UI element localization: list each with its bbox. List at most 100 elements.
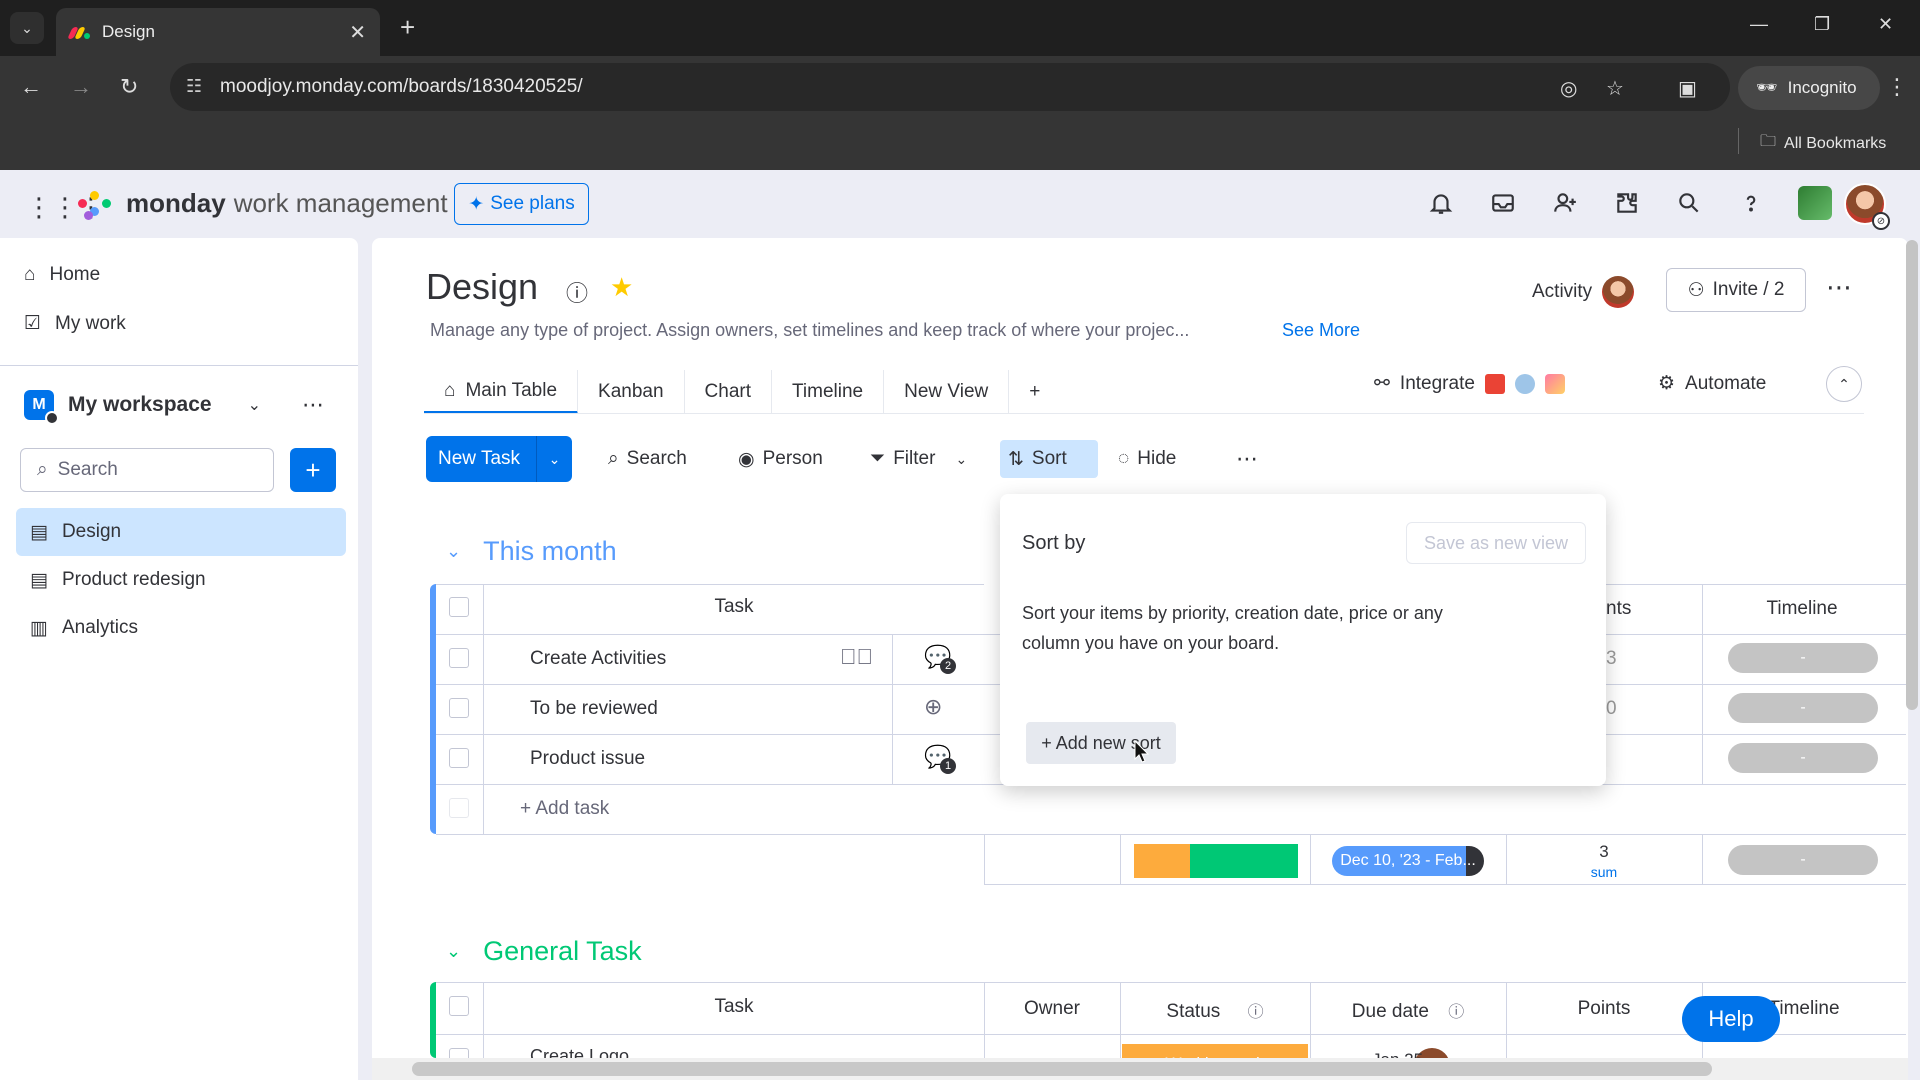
column-header-task[interactable]: Task — [484, 996, 984, 1018]
help-question-icon[interactable] — [1738, 190, 1764, 223]
favorite-star-icon[interactable]: ★ — [610, 272, 633, 303]
add-task-input[interactable]: + Add task — [520, 798, 609, 820]
reload-icon[interactable]: ↻ — [120, 74, 138, 100]
tab-kanban[interactable]: Kanban — [578, 370, 685, 414]
horizontal-scroll-thumb[interactable] — [412, 1062, 1712, 1076]
close-tab-icon[interactable]: ✕ — [349, 20, 366, 45]
sidebar-item-analytics[interactable]: ▥ Analytics — [16, 604, 346, 652]
info-icon[interactable]: ⓘ — [566, 276, 588, 308]
workspace-avatar[interactable] — [1798, 186, 1832, 220]
add-new-sort-button[interactable]: + Add new sort — [1026, 722, 1176, 764]
site-settings-icon[interactable]: ☷ — [186, 76, 202, 97]
address-bar[interactable]: ☷ moodjoy.monday.com/boards/1830420525/ — [170, 63, 1730, 111]
all-bookmarks[interactable]: 🗀 All Bookmarks — [1760, 130, 1886, 157]
workspace-more-icon[interactable]: ⋯ — [302, 392, 324, 418]
sidebar-item-my-work[interactable]: ☑ My work — [24, 312, 126, 335]
task-name[interactable]: Create Activities — [530, 648, 666, 670]
row-checkbox[interactable] — [449, 1048, 469, 1058]
person-filter-button[interactable]: ◉ Person — [730, 440, 831, 478]
minimize-icon[interactable]: — — [1750, 14, 1768, 35]
apps-puzzle-icon[interactable] — [1614, 190, 1640, 223]
automate-button[interactable]: ⚙ Automate — [1658, 372, 1766, 395]
back-icon[interactable]: ← — [20, 74, 42, 100]
chevron-down-icon[interactable]: ⌄ — [446, 941, 461, 962]
select-all-checkbox[interactable] — [449, 996, 469, 1016]
sidebar-item-product-redesign[interactable]: ▤ Product redesign — [16, 556, 346, 604]
invite-button[interactable]: ⚇ Invite / 2 — [1666, 268, 1806, 312]
tab-timeline[interactable]: Timeline — [772, 370, 885, 414]
workspace-selector[interactable]: M My workspace ⌄ — [24, 390, 261, 425]
bookmark-star-icon[interactable]: ☆ — [1606, 76, 1624, 101]
collapse-header-icon[interactable]: ⌃ — [1826, 366, 1862, 402]
see-plans-button[interactable]: ✦ See plans — [454, 183, 589, 225]
task-name[interactable]: Product issue — [530, 748, 645, 770]
side-panel-icon[interactable]: ▣ — [1678, 76, 1697, 101]
info-icon[interactable]: ⓘ — [1448, 1004, 1464, 1021]
invite-members-icon[interactable] — [1552, 190, 1578, 223]
column-header-points[interactable]: Points — [1506, 998, 1702, 1020]
column-header-task[interactable]: Task — [484, 596, 984, 618]
timeline-cell[interactable]: - — [1728, 693, 1878, 723]
activity-button[interactable]: Activity — [1532, 276, 1635, 308]
info-icon[interactable]: ⓘ — [1248, 1004, 1264, 1021]
close-window-icon[interactable]: ✕ — [1878, 14, 1893, 35]
search-icon[interactable] — [1676, 190, 1702, 223]
column-header-points[interactable]: nts — [1606, 598, 1636, 620]
new-tab-icon[interactable]: + — [400, 12, 415, 43]
row-checkbox[interactable] — [449, 648, 469, 668]
toolbar-more-icon[interactable]: ⋯ — [1228, 440, 1266, 478]
row-checkbox[interactable] — [449, 698, 469, 718]
status-cell[interactable]: Working on it — [1122, 1044, 1308, 1058]
sidebar-search-input[interactable]: ⌕ Search — [20, 448, 274, 492]
status-summary-bar[interactable] — [1134, 844, 1298, 878]
timeline-cell[interactable]: - — [1728, 743, 1878, 773]
due-date-summary[interactable]: Dec 10, '23 - Feb... — [1332, 846, 1484, 876]
add-update-icon[interactable]: ⊕ — [924, 694, 942, 720]
sidebar-item-design[interactable]: ▤ Design — [16, 508, 346, 556]
column-header-timeline[interactable]: Timeline — [1704, 598, 1900, 620]
inbox-icon[interactable] — [1490, 190, 1516, 223]
add-board-button[interactable]: + — [290, 448, 336, 492]
select-all-checkbox[interactable] — [449, 597, 469, 617]
group-general-task-title[interactable]: ⌄ General Task — [446, 936, 642, 967]
horizontal-scrollbar[interactable] — [372, 1058, 1908, 1080]
help-button[interactable]: Help — [1682, 996, 1780, 1042]
row-checkbox[interactable] — [449, 748, 469, 768]
group-this-month-title[interactable]: ⌄ This month — [446, 536, 617, 567]
column-header-owner[interactable]: Owner — [984, 998, 1120, 1020]
browser-menu-icon[interactable]: ⋮ — [1886, 74, 1908, 100]
board-more-icon[interactable]: ⋯ — [1826, 272, 1852, 303]
tab-chart[interactable]: Chart — [685, 370, 773, 414]
points-cell[interactable]: 3 — [1606, 648, 1616, 670]
tab-main-table[interactable]: ⌂ Main Table — [424, 370, 579, 414]
restore-icon[interactable]: ❐ — [1814, 14, 1830, 35]
browser-tab[interactable]: Design ✕ — [56, 8, 380, 56]
board-title[interactable]: Design — [426, 266, 538, 308]
monday-logo[interactable]: monday work management — [78, 188, 448, 220]
column-header-due-date[interactable]: Due date ⓘ — [1310, 998, 1506, 1023]
notifications-bell-icon[interactable] — [1428, 190, 1454, 223]
filter-button[interactable]: ⏷ Filter ⌄ — [862, 440, 975, 478]
check-circle-icon[interactable]: ✓⃝ — [840, 644, 873, 670]
chevron-down-icon[interactable]: ⌄ — [446, 541, 461, 562]
task-name[interactable]: To be reviewed — [530, 698, 658, 720]
forward-icon[interactable]: → — [70, 74, 92, 100]
incognito-badge[interactable]: 🕶 Incognito — [1738, 66, 1880, 110]
tab-new-view[interactable]: New View — [884, 370, 1010, 414]
add-view-icon[interactable]: + — [1009, 370, 1060, 414]
sidebar-item-home[interactable]: ⌂ Home — [24, 264, 100, 286]
due-date-cell[interactable]: Jan 25 — [1372, 1050, 1423, 1058]
task-name[interactable]: Create Logo — [530, 1046, 629, 1058]
chevron-down-icon[interactable]: ⌄ — [536, 436, 572, 482]
hide-button[interactable]: ◌ Hide — [1110, 440, 1184, 478]
search-button[interactable]: ⌕ Search — [600, 440, 695, 478]
see-more-link[interactable]: See More — [1282, 320, 1360, 341]
save-as-new-view-button[interactable]: Save as new view — [1406, 522, 1586, 564]
integrate-button[interactable]: ⚯ Integrate — [1374, 372, 1565, 395]
sort-button[interactable]: ⇅ Sort — [1000, 440, 1098, 478]
tab-search-icon[interactable]: ⌄ — [10, 12, 44, 44]
points-cell[interactable]: 0 — [1606, 698, 1616, 720]
timeline-cell[interactable]: - — [1728, 643, 1878, 673]
eye-off-icon[interactable]: ◎ — [1560, 76, 1577, 101]
vertical-scrollbar[interactable] — [1906, 240, 1918, 710]
